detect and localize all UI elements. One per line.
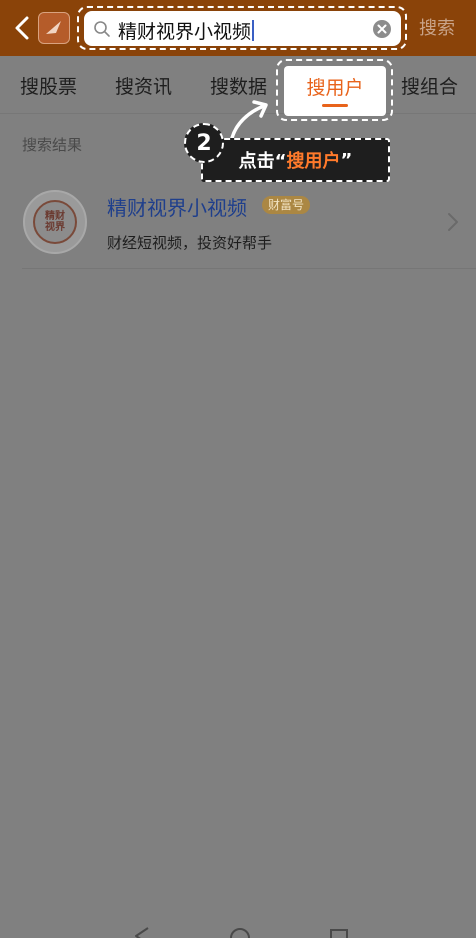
results-section-title: 搜索结果 [22,136,83,154]
search-icon [94,21,110,37]
arrow-icon [230,100,268,140]
chevron-right-icon [448,213,458,231]
tab-highlight-outline [276,59,393,121]
search-input[interactable]: 精财视界小视频 [84,11,401,46]
tab-stocks[interactable]: 搜股票 [20,72,77,99]
system-nav-bar [0,918,476,938]
result-name[interactable]: 精财视界小视频 [107,192,247,221]
divider [22,268,476,269]
back-icon[interactable] [10,14,34,42]
tab-portfolio[interactable]: 搜组合 [401,72,458,99]
nav-home-icon[interactable] [228,926,252,938]
status-badge: 财富号 [262,196,311,214]
app-logo-icon [38,12,70,44]
clear-icon[interactable] [372,19,392,39]
nav-back-icon[interactable] [128,926,152,938]
tab-data[interactable]: 搜数据 [210,72,267,99]
nav-recent-icon[interactable] [328,928,350,938]
avatar: 精财 视界 [23,190,87,254]
step-number-badge: 2 [184,123,224,163]
search-input-value: 精财视界小视频 [118,17,254,44]
instruction-callout: 点击“ 搜用户” [201,138,390,182]
avatar-logo: 精财 视界 [33,200,77,244]
list-item[interactable]: 精财 视界 精财视界小视频 财富号 财经短视频，投资好帮手 [0,178,476,270]
tab-news[interactable]: 搜资讯 [115,72,172,99]
search-button[interactable]: 搜索 [419,14,455,40]
result-description: 财经短视频，投资好帮手 [107,234,273,252]
top-bar: 精财视界小视频 搜索 [0,0,476,56]
